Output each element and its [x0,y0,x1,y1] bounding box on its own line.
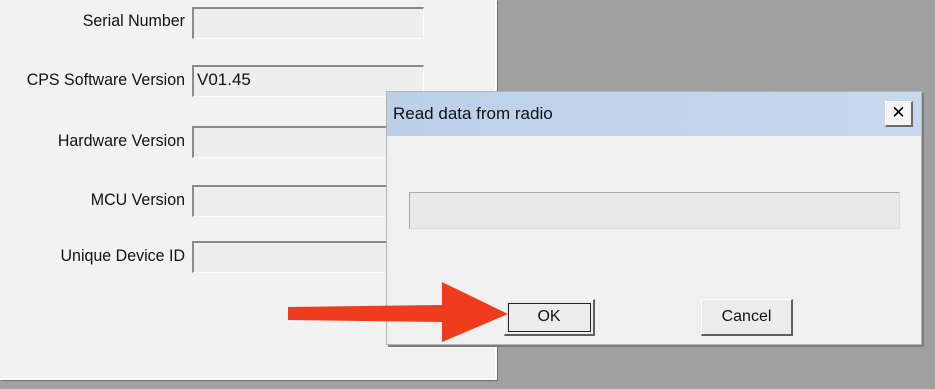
serial-number-field[interactable] [192,7,424,39]
read-progress-bar [409,192,900,229]
cps-software-version-label: CPS Software Version [26,71,185,90]
ok-button[interactable]: OK [504,299,595,336]
mcu-version-label: MCU Version [90,191,185,210]
hardware-version-label: Hardware Version [57,132,185,151]
dialog-title: Read data from radio [393,104,553,123]
serial-number-label: Serial Number [82,12,185,31]
dialog-titlebar[interactable]: Read data from radio ✕ [387,92,921,136]
close-button[interactable]: ✕ [885,101,913,127]
close-icon: ✕ [891,103,906,123]
unique-device-id-label: Unique Device ID [60,247,186,266]
arrow-right-icon [288,282,508,342]
cancel-button[interactable]: Cancel [701,299,793,336]
